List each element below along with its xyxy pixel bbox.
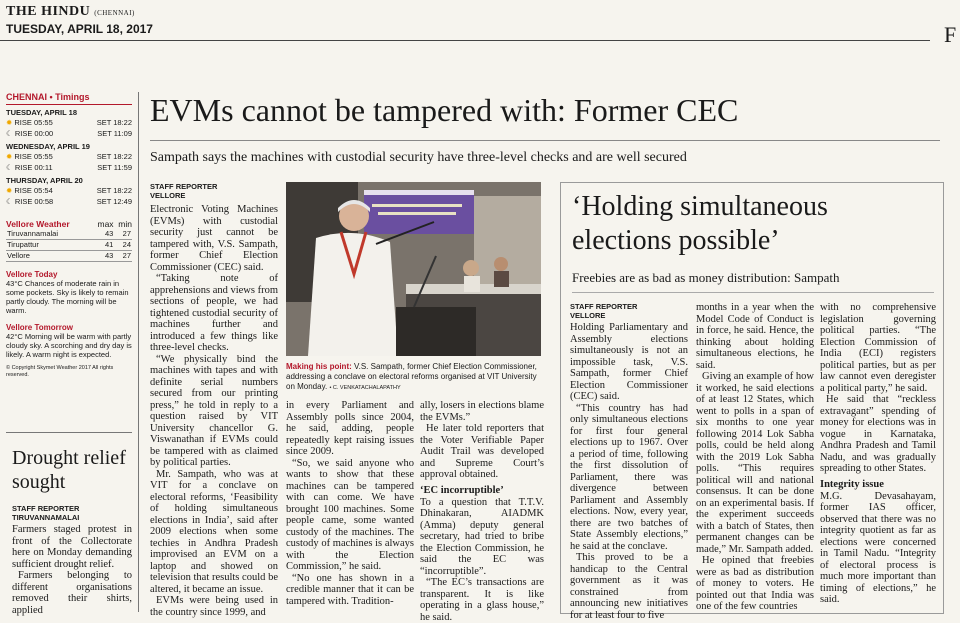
moon-row: ☾ RISE 00:11 SET 11:59 (6, 162, 132, 173)
main-article-col3: ally, losers in elections blame the EVMs… (420, 400, 544, 623)
weather-col-max: max (97, 219, 114, 229)
sun-icon: ✹ (6, 118, 13, 127)
weather-tomorrow-title: Vellore Tomorrow (6, 323, 73, 332)
dateline: VELLORE (150, 191, 186, 200)
sun-set: SET 18:22 (96, 152, 132, 161)
article-body: Holding Parliamentary and Assembly elect… (570, 322, 688, 621)
weather-copyright: © Copyright Skymet Weather 2017 All righ… (6, 365, 114, 378)
article-body: Farmers staged protest in front of the C… (12, 524, 132, 616)
sun-icon: ✹ (6, 152, 13, 161)
article-subhead: Integrity issue (820, 478, 884, 490)
second-headline: ‘Holding simultaneous elections possible… (572, 191, 828, 256)
byline: STAFF REPORTER (570, 302, 638, 311)
moon-rise: RISE 00:11 (14, 163, 53, 172)
weather-tomorrow-text: 42°C Morning will be warm with partly cl… (6, 332, 132, 359)
second-article-col2: months in a year when the Model Code of … (696, 302, 814, 613)
article-body: months in a year when the Model Code of … (696, 302, 814, 612)
photo-caption: Making his point: V.S. Sampath, former C… (286, 362, 541, 393)
dateline: TIRUVANNAMALAI (12, 513, 80, 522)
masthead-edition: (CHENNAI) (94, 9, 135, 17)
divider (6, 432, 132, 433)
sun-rise: RISE 05:55 (14, 118, 53, 127)
weather-title: Vellore Weather max min (6, 219, 132, 229)
masthead-corner: F (944, 22, 957, 47)
masthead-date: TUESDAY, APRIL 18, 2017 (6, 22, 153, 36)
article-body: in every Parliament and Assembly polls s… (286, 400, 414, 607)
sun-row: ✹ RISE 05:54 SET 18:22 (6, 185, 132, 196)
article-body: Electronic Voting Machines (EVMs) with c… (150, 204, 279, 618)
sun-row: ✹ RISE 05:55 SET 18:22 (6, 151, 132, 162)
dateline: VELLORE (570, 311, 606, 320)
moon-icon: ☾ (6, 129, 13, 138)
moon-rise: RISE 00:00 (14, 129, 54, 138)
moon-set: SET 11:59 (97, 163, 132, 172)
moon-icon: ☾ (6, 163, 13, 172)
divider (572, 292, 934, 293)
table-row: Tiruvannamalai 43 27 (6, 229, 132, 240)
main-headline: EVMs cannot be tampered with: Former CEC (150, 92, 739, 128)
article-subhead: ‘EC incorruptible’ (420, 484, 504, 496)
sun-set: SET 18:22 (96, 118, 132, 127)
divider (150, 140, 940, 141)
photo-illustration (286, 182, 541, 356)
sun-set: SET 18:22 (96, 186, 132, 195)
photo-credit: • C. VENKATACHALAPATHY (329, 385, 401, 391)
main-article-col1: STAFF REPORTER VELLORE Electronic Voting… (150, 182, 278, 618)
sun-row: ✹ RISE 05:55 SET 18:22 (6, 117, 132, 128)
column-divider (138, 92, 139, 612)
byline: STAFF REPORTER (150, 182, 218, 191)
sun-rise: RISE 05:54 (14, 186, 53, 195)
timings-panel: CHENNAI • Timings TUESDAY, APRIL 18 ✹ RI… (6, 92, 132, 379)
weather-col-min: min (118, 219, 132, 229)
sun-icon: ✹ (6, 186, 13, 195)
second-article-col1: STAFF REPORTER VELLORE Holding Parliamen… (570, 302, 688, 621)
table-row: Vellore 43 27 (6, 251, 132, 262)
masthead-paper: THE HINDU (CHENNAI) (6, 4, 135, 19)
moon-set: SET 11:09 (97, 129, 132, 138)
timings-day: WEDNESDAY, APRIL 19 (6, 142, 90, 151)
timings-title: CHENNAI • Timings (6, 92, 132, 105)
main-subheadline: Sampath says the machines with custodial… (150, 150, 687, 165)
table-row: Tirupattur 41 24 (6, 240, 132, 251)
timings-day: TUESDAY, APRIL 18 (6, 108, 77, 117)
moon-row: ☾ RISE 00:58 SET 12:49 (6, 196, 132, 207)
sun-rise: RISE 05:55 (14, 152, 53, 161)
article-body: with no comprehensive legislation govern… (820, 302, 936, 605)
drought-article: STAFF REPORTER TIRUVANNAMALAI Farmers st… (12, 504, 132, 616)
article-photo (286, 182, 541, 356)
moon-row: ☾ RISE 00:00 SET 11:09 (6, 128, 132, 139)
moon-rise: RISE 00:58 (14, 197, 54, 206)
second-subheadline: Freebies are as bad as money distributio… (572, 270, 840, 285)
byline: STAFF REPORTER (12, 504, 80, 513)
main-article-col2: in every Parliament and Assembly polls s… (286, 400, 414, 607)
timings-day: THURSDAY, APRIL 20 (6, 176, 83, 185)
moon-icon: ☾ (6, 197, 13, 206)
weather-today-text: 43°C Chances of moderate rain in some po… (6, 279, 129, 315)
moon-set: SET 12:49 (96, 197, 132, 206)
article-body: ally, losers in elections blame the EVMs… (420, 400, 544, 623)
weather-table: Tiruvannamalai 43 27 Tirupattur 41 24 Vellor… (6, 229, 132, 262)
second-article-col3: with no comprehensive legislation govern… (820, 302, 936, 606)
weather-today-title: Vellore Today (6, 270, 58, 279)
masthead-rule (0, 40, 930, 41)
caption-lead: Making his point: (286, 362, 352, 371)
drought-headline: Drought relief sought (12, 447, 126, 493)
